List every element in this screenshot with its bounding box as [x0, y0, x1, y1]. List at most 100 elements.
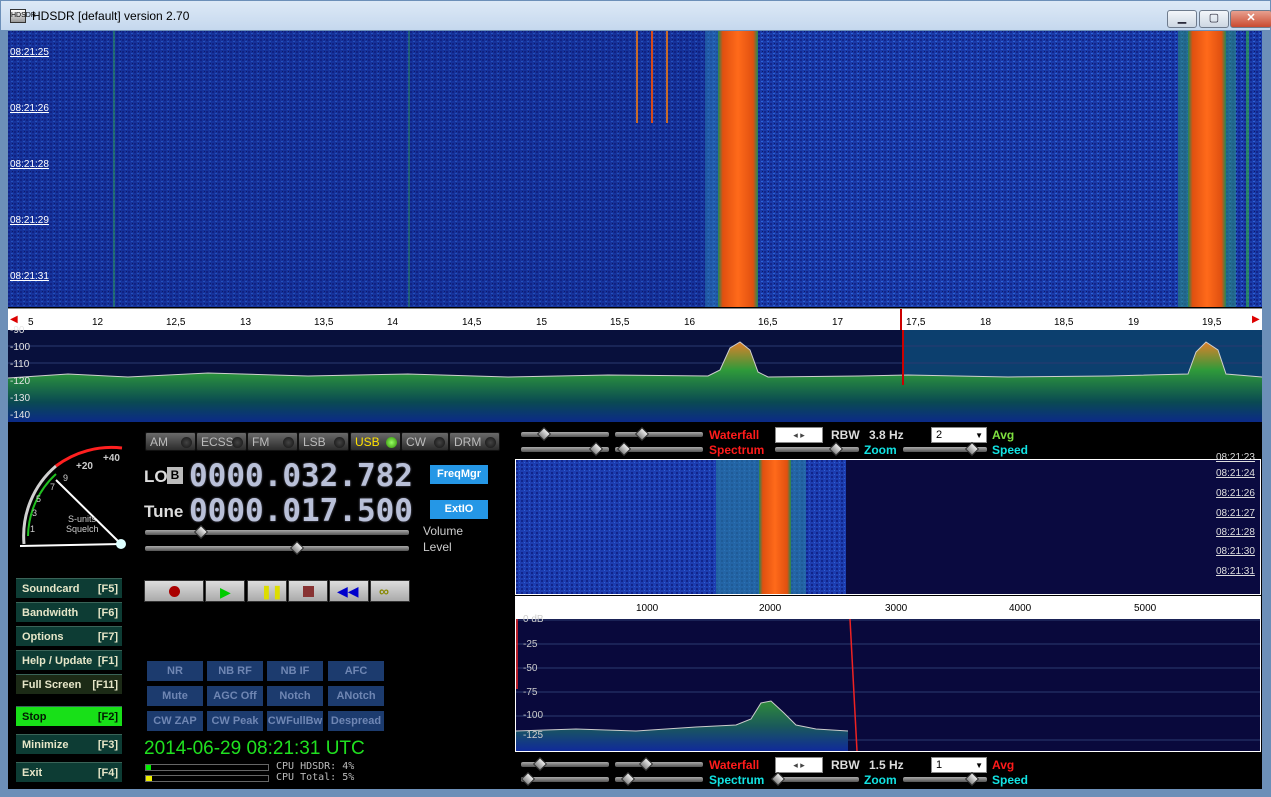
cpu-hdsdr-bar-fill: [146, 765, 151, 770]
mute-button[interactable]: Mute: [147, 686, 203, 706]
scroll-right-arrow-icon[interactable]: ▶: [1252, 314, 1260, 325]
spectrum-brightness-slider[interactable]: [615, 441, 703, 457]
waterfall-contrast-slider[interactable]: [521, 426, 609, 442]
scroll-left-arrow-icon[interactable]: ◀: [10, 314, 18, 325]
cpu-hdsdr-bar: [145, 764, 269, 771]
stop-button[interactable]: Stop [F2]: [16, 706, 122, 726]
record-icon: [169, 586, 180, 597]
frequency-tick-label: 18,5: [1054, 317, 1074, 328]
mode-drm-button[interactable]: DRM: [449, 432, 500, 451]
waterfall-label: Waterfall: [709, 428, 760, 442]
audio-spectrum-brightness-slider[interactable]: [615, 771, 703, 787]
extio-button[interactable]: ExtIO: [430, 500, 488, 519]
s-scale-1: 1: [30, 524, 36, 534]
tune-frequency-display[interactable]: 0000.017.500: [189, 493, 413, 529]
tune-marker[interactable]: [900, 309, 902, 331]
db-label: -100: [10, 342, 31, 353]
audio-spectrum-graphic: [515, 618, 1260, 752]
s-scale-plus20: +20: [76, 461, 93, 472]
frequency-tick-label: 13,5: [314, 317, 334, 328]
waterfall-time-label: 08:21:25: [10, 47, 49, 58]
mode-am-button[interactable]: AM: [145, 432, 196, 451]
despread-button[interactable]: Despread: [328, 711, 384, 731]
lo-frequency-display[interactable]: 0000.032.782: [189, 458, 413, 494]
mode-cw-button[interactable]: CW: [401, 432, 449, 451]
audio-db-label: -125: [523, 730, 544, 741]
s-scale-5: 5: [36, 494, 42, 504]
exit-button[interactable]: Exit [F4]: [16, 762, 122, 782]
zoom-slider[interactable]: [775, 441, 859, 457]
play-button[interactable]: ▶: [205, 580, 245, 602]
frequency-tick-label: 19,5: [1202, 317, 1222, 328]
avg-dropdown[interactable]: 2: [931, 427, 987, 443]
audio-avg-dropdown[interactable]: 1: [931, 757, 987, 773]
options-button[interactable]: Options [F7]: [16, 626, 122, 646]
app-icon: HDSDR: [10, 9, 36, 23]
audio-waterfall[interactable]: [515, 459, 1261, 595]
freqmgr-button[interactable]: FreqMgr: [430, 465, 488, 484]
stop-playback-button[interactable]: [288, 580, 328, 602]
afc-button[interactable]: AFC: [328, 661, 384, 681]
soundcard-button[interactable]: Soundcard [F5]: [16, 578, 122, 598]
rf-spectrum[interactable]: [7, 330, 1263, 422]
audio-waterfall-time-label: 08:21:31: [1216, 566, 1255, 577]
nr-button[interactable]: NR: [147, 661, 203, 681]
maximize-button[interactable]: ▢: [1199, 10, 1229, 28]
audio-spectrum[interactable]: [515, 618, 1261, 752]
rf-spectrum-graphic: [7, 330, 1263, 422]
full-screen-button[interactable]: Full Screen [F11]: [16, 674, 122, 694]
audio-speed-label: Speed: [992, 773, 1029, 787]
minimize-button[interactable]: ▁: [1167, 10, 1197, 28]
rbw-spinner[interactable]: ◂ ▸: [775, 427, 823, 443]
frequency-tick-label: 16,5: [758, 317, 778, 328]
loop-button[interactable]: ∞: [370, 580, 410, 602]
cw-zap-button[interactable]: CW ZAP: [147, 711, 203, 731]
mode-lsb-button[interactable]: LSB: [298, 432, 349, 451]
s-scale-9: 9: [63, 473, 69, 483]
record-button[interactable]: [144, 580, 204, 602]
level-slider[interactable]: [145, 540, 409, 556]
cpu-total-bar: [145, 775, 269, 782]
lo-label: LO: [144, 467, 168, 486]
audio-db-label: -25: [523, 639, 538, 650]
pause-button[interactable]: ❚❚: [247, 580, 287, 602]
speed-slider[interactable]: [903, 441, 987, 457]
help-update-button[interactable]: Help / Update [F1]: [16, 650, 122, 670]
audio-speed-slider[interactable]: [903, 771, 987, 787]
nb-rf-button[interactable]: NB RF: [207, 661, 263, 681]
spectrum-contrast-slider[interactable]: [521, 441, 609, 457]
close-button[interactable]: ✕: [1230, 10, 1271, 28]
bandwidth-button[interactable]: Bandwidth [F6]: [16, 602, 122, 622]
frequency-axis[interactable]: ◀ ▶: [8, 308, 1262, 331]
audio-waterfall-time-label: 08:21:26: [1216, 488, 1255, 499]
mode-usb-button[interactable]: USB: [350, 432, 401, 451]
frequency-tick-label: 12: [92, 317, 104, 328]
audio-db-label: -50: [523, 663, 538, 674]
mode-ecss-button[interactable]: ECSS: [196, 432, 247, 451]
rewind-button[interactable]: ◀◀: [329, 580, 369, 602]
audio-spectrum-contrast-slider[interactable]: [520, 771, 609, 787]
lo-b-badge[interactable]: B: [167, 467, 183, 484]
audio-waterfall-brightness-slider[interactable]: [615, 756, 703, 772]
volume-slider[interactable]: [145, 524, 409, 540]
audio-rbw-value: 1.5 Hz: [869, 758, 904, 772]
db-label: -120: [10, 376, 31, 387]
mode-fm-button[interactable]: FM: [247, 432, 298, 451]
audio-rbw-spinner[interactable]: ◂ ▸: [775, 757, 823, 773]
audio-waterfall-contrast-slider[interactable]: [521, 756, 609, 772]
minimize-app-button[interactable]: Minimize [F3]: [16, 734, 122, 754]
cw-peak-button[interactable]: CW Peak: [207, 711, 263, 731]
avg-label: Avg: [992, 428, 1015, 442]
audio-avg-label: Avg: [992, 758, 1015, 772]
nb-if-button[interactable]: NB IF: [267, 661, 323, 681]
rf-waterfall-graphic: [8, 31, 1262, 307]
rf-waterfall[interactable]: [8, 31, 1262, 307]
audio-frequency-tick-label: 5000: [1134, 603, 1157, 614]
agc-off-button[interactable]: AGC Off: [207, 686, 263, 706]
cwfullbw-button[interactable]: CWFullBw: [267, 711, 323, 731]
waterfall-brightness-slider[interactable]: [615, 426, 703, 442]
anotch-button[interactable]: ANotch: [328, 686, 384, 706]
frequency-tick-label: 19: [1128, 317, 1140, 328]
notch-button[interactable]: Notch: [267, 686, 323, 706]
audio-zoom-slider[interactable]: [770, 771, 859, 787]
